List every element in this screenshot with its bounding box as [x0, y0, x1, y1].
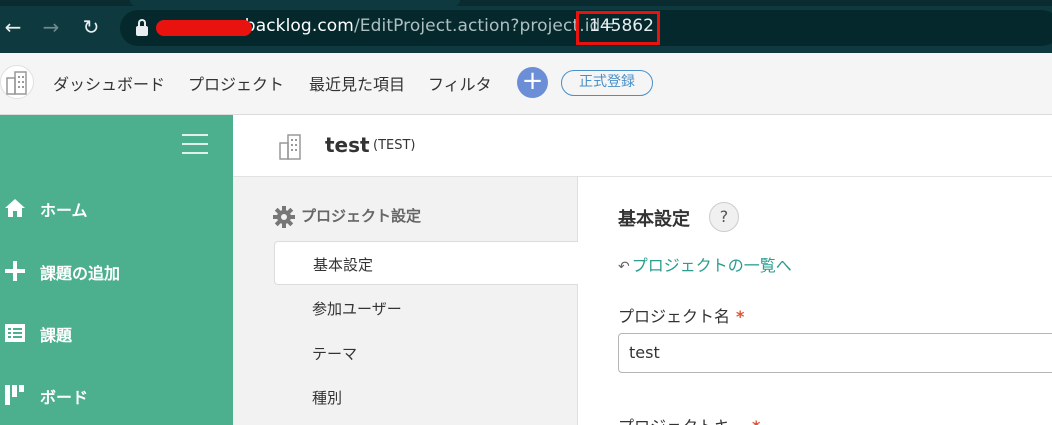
project-name[interactable]: test — [325, 133, 370, 157]
back-link-label: プロジェクトの一覧へ — [631, 256, 792, 275]
back-to-projects-link[interactable]: ↶ プロジェクトの一覧へ — [618, 252, 792, 276]
menu-toggle-icon[interactable] — [182, 132, 208, 156]
sidebar-item-issues[interactable]: 課題 — [0, 313, 233, 353]
back-arrow-icon[interactable]: ← — [0, 14, 26, 40]
url-project-id: 145862 — [589, 16, 654, 36]
settings-item-label: 種別 — [312, 389, 343, 407]
sidebar-item-label: 課題の追加 — [40, 264, 121, 283]
project-name-label: プロジェクト名 * — [618, 303, 744, 327]
browser-tab[interactable] — [130, 0, 460, 6]
page-title: 基本設定 — [618, 209, 690, 230]
settings-heading: プロジェクト設定 — [273, 205, 421, 228]
settings-item-basic[interactable]: 基本設定 — [274, 241, 579, 285]
field-label-text: プロジェクト名 — [618, 307, 731, 326]
tab-strip — [0, 0, 1052, 6]
sidebar-item-home[interactable]: ホーム — [0, 188, 233, 228]
settings-item-label: 参加ユーザー — [312, 300, 402, 318]
settings-item-label: テーマ — [312, 345, 358, 363]
help-button[interactable]: ? — [709, 202, 739, 232]
nav-recent-items[interactable]: 最近見た項目 — [309, 71, 405, 95]
building-icon — [6, 71, 27, 95]
nav-projects[interactable]: プロジェクト — [188, 71, 284, 95]
settings-item-members[interactable]: 参加ユーザー — [274, 286, 579, 330]
sidebar-item-add-issue[interactable]: 課題の追加 — [0, 251, 233, 291]
field-label-text: プロジェクトキー — [618, 417, 746, 425]
project-building-icon — [279, 134, 301, 160]
board-icon — [5, 385, 24, 405]
project-name-input[interactable]: test — [618, 333, 1052, 373]
required-mark: * — [752, 417, 760, 425]
lock-icon[interactable] — [135, 19, 149, 37]
plus-icon — [5, 261, 25, 281]
nav-filter[interactable]: フィルタ — [428, 71, 492, 95]
list-icon — [5, 324, 25, 342]
main-content: 基本設定 ? ↶プロジェクトの一覧へ プロジェクト名 * test プロジェクトキ… — [578, 177, 1052, 425]
project-key: (TEST) — [373, 138, 416, 153]
sidebar-item-label: ホーム — [40, 201, 88, 220]
url-host: .backlog.com — [239, 16, 354, 36]
gear-icon — [273, 205, 295, 228]
redaction-mark — [156, 20, 252, 36]
project-key-label: プロジェクトキー * — [618, 413, 760, 425]
home-icon — [5, 199, 25, 217]
url-path: /EditProject.action?project.id — [353, 16, 601, 36]
browser-toolbar: ← → ↻ xxxxxxxx.backlog.com/EditProject.a… — [0, 0, 1052, 53]
app-header: ダッシュボード プロジェクト 最近見た項目 フィルタ + 正式登録 — [0, 53, 1052, 115]
settings-heading-label: プロジェクト設定 — [301, 207, 422, 225]
return-arrow-icon: ↶ — [618, 259, 630, 275]
settings-item-theme[interactable]: テーマ — [274, 331, 579, 375]
backlog-logo[interactable] — [0, 65, 34, 99]
sidebar: ホーム 課題の追加 課題 ボード — [0, 115, 233, 425]
settings-nav: プロジェクト設定 基本設定 参加ユーザー テーマ 種別 — [233, 177, 579, 425]
reload-icon[interactable]: ↻ — [78, 14, 104, 40]
register-button[interactable]: 正式登録 — [561, 70, 653, 96]
settings-item-issue-types[interactable]: 種別 — [274, 375, 579, 419]
required-mark: * — [736, 307, 745, 326]
forward-arrow-icon[interactable]: → — [38, 14, 64, 40]
sidebar-item-label: ボード — [40, 388, 89, 407]
settings-item-label: 基本設定 — [313, 256, 374, 274]
nav-dashboard[interactable]: ダッシュボード — [53, 71, 165, 95]
sidebar-item-label: 課題 — [40, 326, 73, 345]
sidebar-item-board[interactable]: ボード — [0, 375, 233, 415]
add-button[interactable]: + — [517, 67, 548, 98]
project-title-bar: test (TEST) — [233, 115, 1052, 177]
